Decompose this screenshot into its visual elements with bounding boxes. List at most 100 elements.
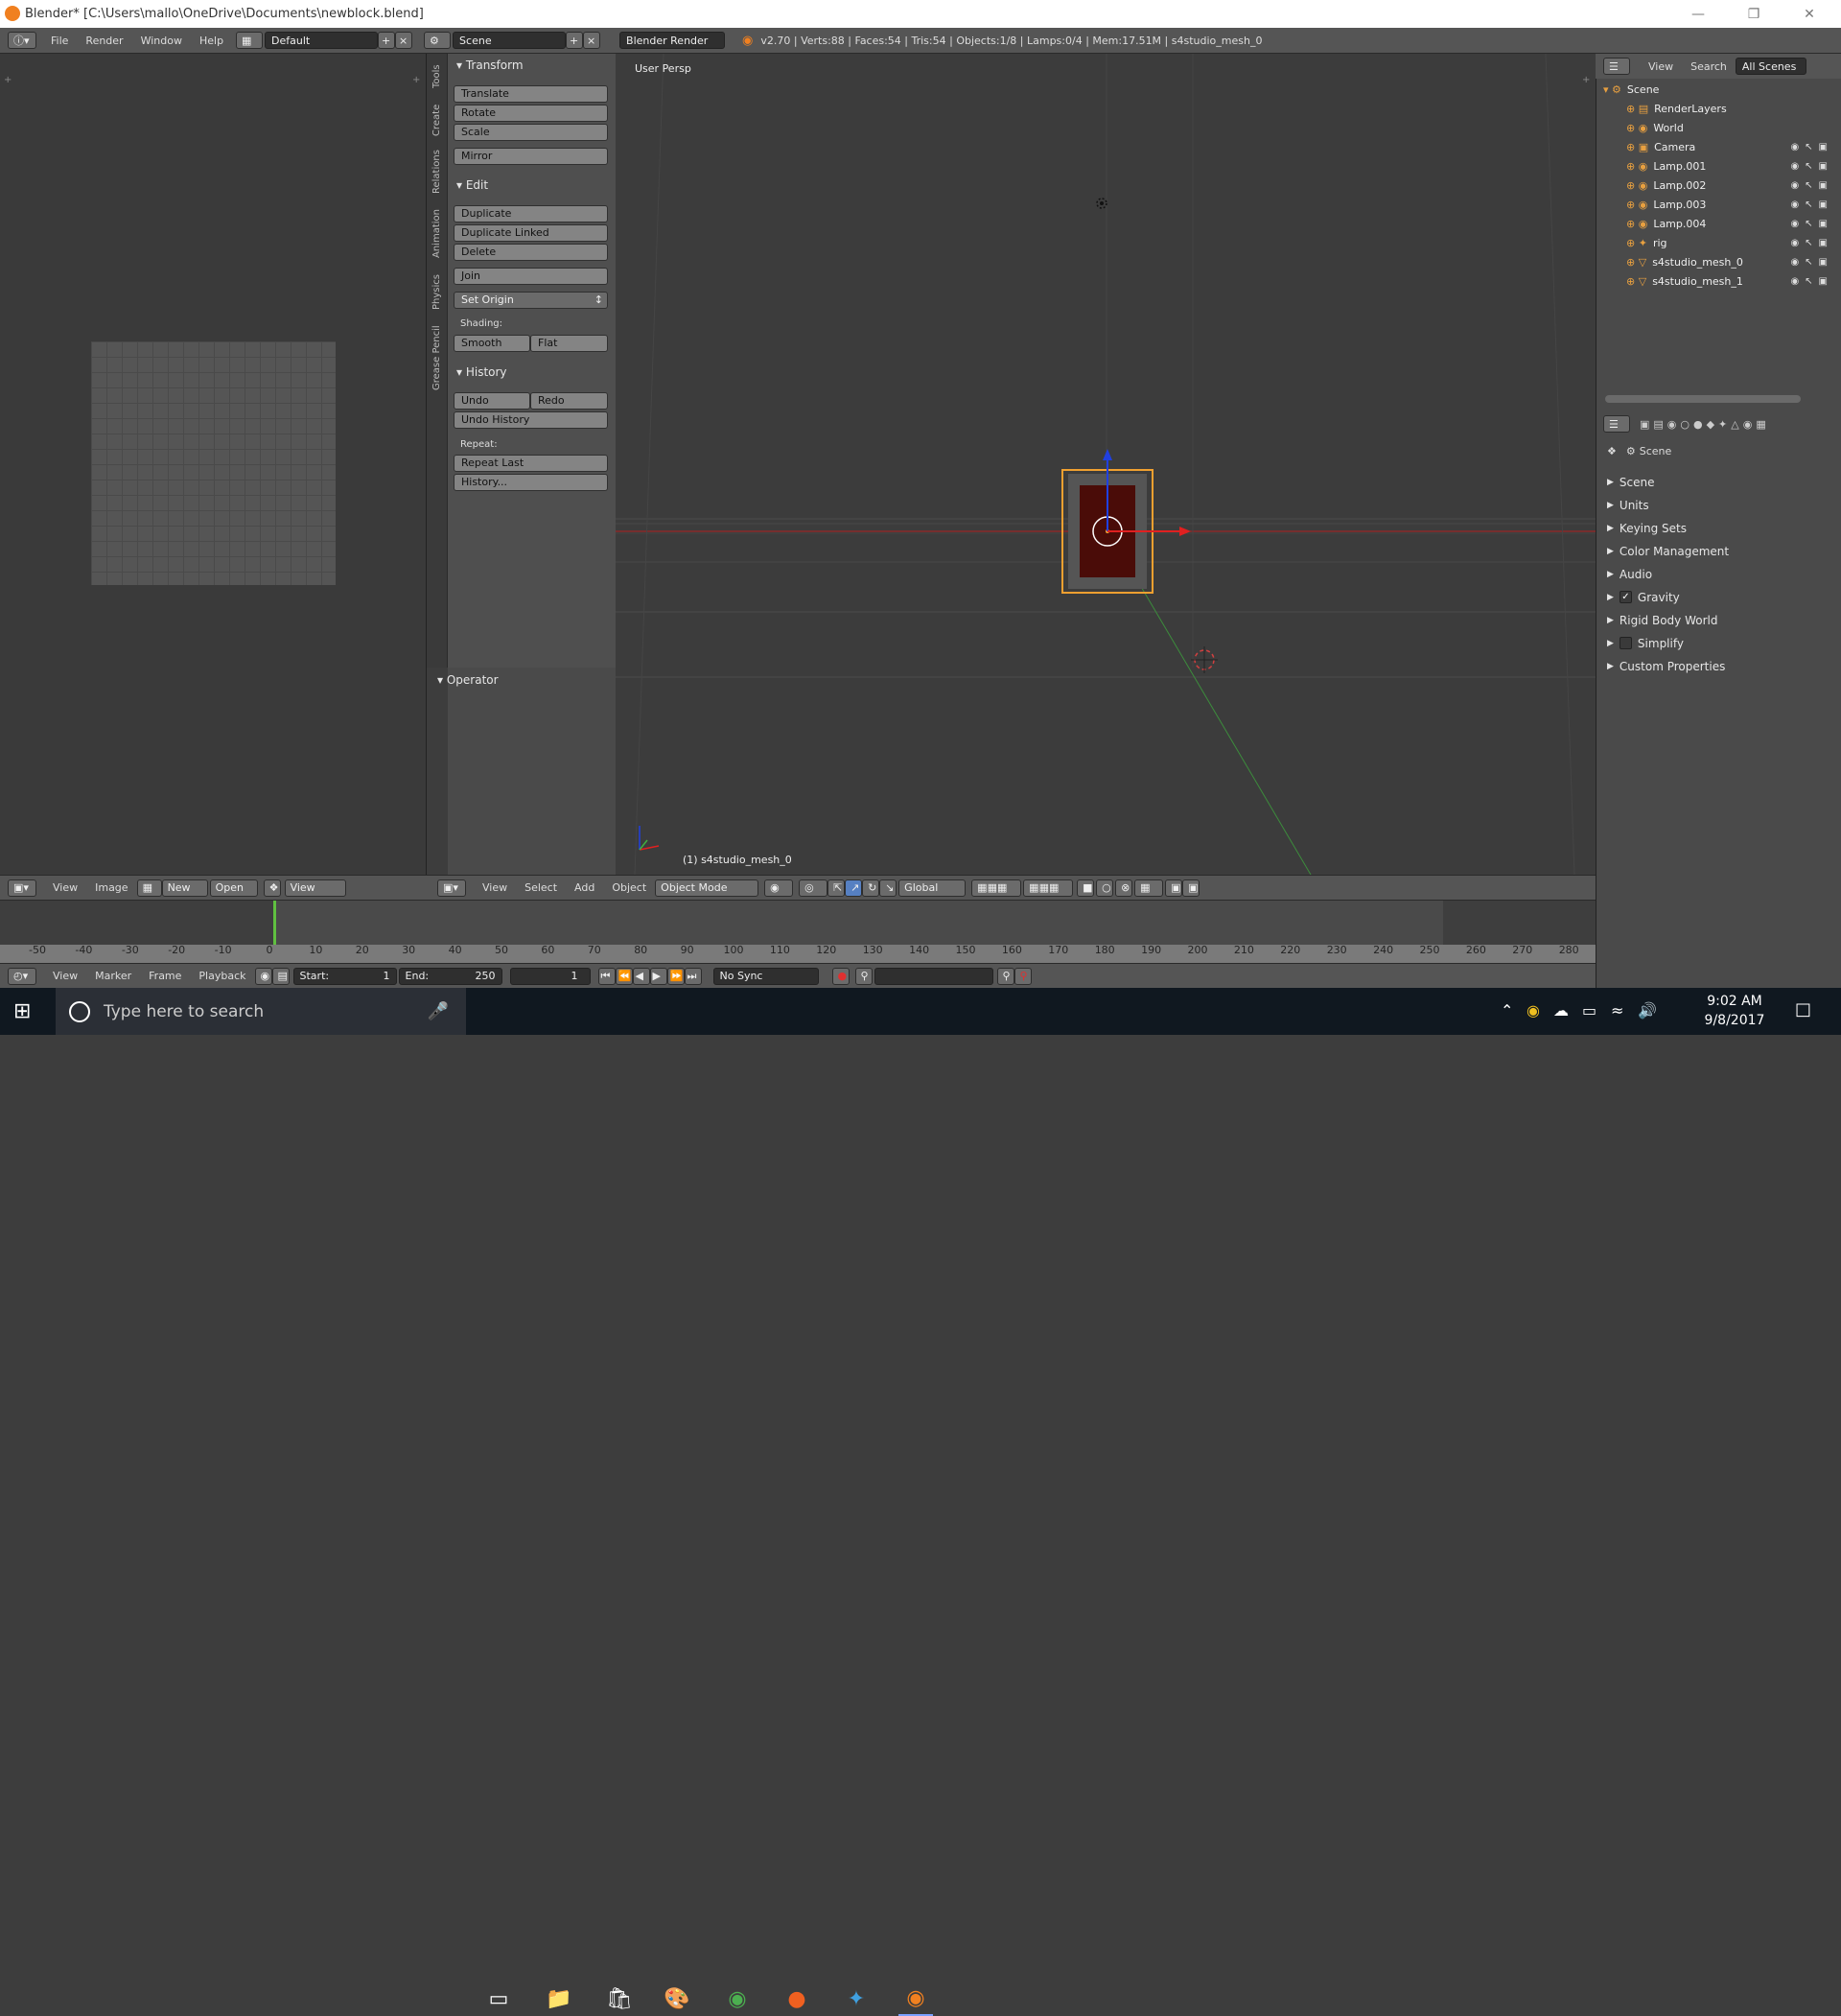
undo-history-button[interactable]: Undo History (454, 411, 608, 429)
store-icon[interactable]: 🛍 (602, 1981, 637, 2016)
prev-keyframe-icon[interactable]: ⏪ (615, 967, 633, 985)
outliner-row[interactable]: ⊕ ◉ Lamp.001 ◉↖▣ (1626, 157, 1833, 175)
scale-manipulator-icon[interactable]: ↘ (879, 879, 897, 897)
snap-element-icon[interactable]: ▦ (1134, 879, 1164, 897)
editor-type-info-icon[interactable]: ⓘ▾ (8, 32, 36, 49)
set-origin-dropdown[interactable]: Set Origin ↕ (454, 292, 608, 309)
outliner-row[interactable]: ⊕ ◉ Lamp.003 ◉↖▣ (1626, 196, 1833, 213)
preview-range-icon[interactable]: ◉ (254, 967, 272, 985)
mode-select[interactable]: Object Mode (655, 879, 759, 897)
sync-mode-select[interactable]: No Sync (712, 967, 819, 985)
image-editor[interactable]: + + (0, 54, 426, 875)
tab-create[interactable]: Create (431, 101, 445, 139)
minimize-icon[interactable]: — (1676, 0, 1720, 28)
blender-taskbar-icon[interactable]: ◉ (898, 1981, 933, 2016)
rotate-manipulator-icon[interactable]: ↻ (862, 879, 880, 897)
scene-icon[interactable]: ⚙ (424, 32, 452, 49)
lock-icon[interactable]: ▤ (271, 967, 290, 985)
menu-object[interactable]: Object (603, 881, 655, 894)
outliner-row[interactable]: ⊕ ▽ s4studio_mesh_0 ◉↖▣ (1626, 253, 1833, 270)
file-explorer-icon[interactable]: 📁 (542, 1981, 576, 2016)
scene-add-icon[interactable]: + (566, 32, 584, 49)
current-frame-marker[interactable] (273, 901, 276, 945)
properties-context-icons[interactable]: ▣▤◉○●◆✦△◉▦ (1640, 418, 1770, 431)
menu-playback[interactable]: Playback (190, 970, 254, 982)
editor-type-3d-icon[interactable]: ▣▾ (437, 879, 466, 897)
tab-relations[interactable]: Relations (431, 146, 445, 199)
onedrive-icon[interactable]: ☁ (1553, 1001, 1569, 1020)
layers-grid-icon[interactable]: ▦▦▦ (971, 879, 1022, 897)
visibility-icons[interactable]: ◉↖▣ (1790, 219, 1833, 229)
pin-icon[interactable]: ❖ (263, 879, 281, 897)
menu-window[interactable]: Window (132, 35, 191, 47)
outliner-scrollbar[interactable] (1605, 395, 1801, 403)
norton-icon[interactable]: ◉ (1526, 1001, 1540, 1020)
sims-studio-icon[interactable]: ✦ (839, 1981, 874, 2016)
render-animation-icon[interactable]: ▣ (1182, 879, 1200, 897)
menu-render[interactable]: Render (77, 35, 131, 47)
layers-grid-icon[interactable]: ▦▦▦ (1023, 879, 1074, 897)
layout-remove-icon[interactable]: × (395, 32, 413, 49)
volume-icon[interactable]: 🔊 (1638, 1001, 1657, 1020)
snap-icon[interactable]: ⊗ (1115, 879, 1133, 897)
menu-view[interactable]: View (44, 881, 86, 894)
operator-section-header[interactable]: ▾ Operator (437, 673, 499, 687)
scale-button[interactable]: Scale (454, 124, 608, 141)
menu-image[interactable]: Image (86, 881, 136, 894)
shading-mode-icon[interactable]: ◉ (764, 879, 794, 897)
orientation-select[interactable]: Global (898, 879, 967, 897)
join-button[interactable]: Join (454, 268, 608, 285)
plus-icon[interactable]: + (412, 75, 420, 85)
pivot-icon[interactable]: ◎ (799, 879, 828, 897)
origin-icon[interactable]: ● (780, 1981, 814, 2016)
taskbar-search-box[interactable]: Type here to search 🎤 (56, 988, 466, 1035)
image-browse-icon[interactable]: ▦ (136, 879, 162, 897)
repeat-last-button[interactable]: Repeat Last (454, 455, 608, 472)
open-image-button[interactable]: Open (209, 879, 258, 897)
outliner-row[interactable]: ⊕ ▣ Camera ◉↖▣ (1626, 138, 1833, 155)
delete-keyframe-icon[interactable]: ⚲ (1014, 967, 1032, 985)
chrome-icon[interactable]: ◉ (720, 1981, 755, 2016)
jump-end-icon[interactable]: ⏭ (684, 967, 702, 985)
outliner-row[interactable]: ⊕ ▽ s4studio_mesh_1 ◉↖▣ (1626, 272, 1833, 290)
layout-add-icon[interactable]: + (378, 32, 396, 49)
keying-set-icon[interactable]: ⚲ (854, 967, 873, 985)
view-mode-select[interactable]: View (284, 879, 346, 897)
proportional-icon[interactable]: ○ (1096, 879, 1114, 897)
scene-remove-icon[interactable]: × (583, 32, 601, 49)
render-engine-select[interactable]: Blender Render (619, 32, 726, 49)
tab-tools[interactable]: Tools (431, 59, 445, 94)
editor-type-properties-icon[interactable]: ☰ (1603, 415, 1630, 433)
plus-icon[interactable]: + (1582, 75, 1590, 85)
close-icon[interactable]: ✕ (1787, 0, 1831, 28)
outliner-row[interactable]: ⊕ ▤ RenderLayers (1626, 100, 1833, 117)
properties-panel-header[interactable]: ▶ Simplify (1607, 633, 1837, 654)
windows-start-icon[interactable]: ⊞ (13, 999, 31, 1023)
tab-physics[interactable]: Physics (431, 270, 445, 316)
undo-button[interactable]: Undo (454, 392, 530, 410)
outliner-row[interactable]: ⊕ ◉ World (1626, 119, 1833, 136)
history-button[interactable]: History... (454, 474, 608, 491)
clock-time[interactable]: 9:02 AM (1701, 994, 1768, 1009)
paint-icon[interactable]: 🎨 (660, 1981, 694, 2016)
play-reverse-icon[interactable]: ◀ (632, 967, 650, 985)
duplicate-button[interactable]: Duplicate (454, 205, 608, 223)
start-frame-field[interactable]: Start: 1 (292, 967, 397, 985)
visibility-icons[interactable]: ◉↖▣ (1790, 257, 1833, 268)
wifi-icon[interactable]: ≈ (1611, 1001, 1623, 1020)
properties-panel-header[interactable]: ▶ Scene (1607, 472, 1837, 493)
edit-section-header[interactable]: ▾ Edit (456, 178, 488, 192)
editor-type-timeline-icon[interactable]: ◴▾ (8, 967, 36, 985)
pin-icon[interactable]: ❖ (1607, 445, 1617, 457)
next-keyframe-icon[interactable]: ⏩ (666, 967, 685, 985)
delete-button[interactable]: Delete (454, 244, 608, 261)
menu-view[interactable]: View (474, 881, 516, 894)
redo-button[interactable]: Redo (530, 392, 608, 410)
plus-icon[interactable]: + (4, 75, 12, 85)
play-icon[interactable]: ▶ (649, 967, 667, 985)
menu-add[interactable]: Add (566, 881, 603, 894)
tray-chevron-icon[interactable]: ⌃ (1501, 1001, 1513, 1020)
translate-manipulator-icon[interactable]: ↗ (845, 879, 863, 897)
layout-field[interactable]: Default (265, 32, 379, 49)
clock-date[interactable]: 9/8/2017 (1701, 1013, 1768, 1028)
